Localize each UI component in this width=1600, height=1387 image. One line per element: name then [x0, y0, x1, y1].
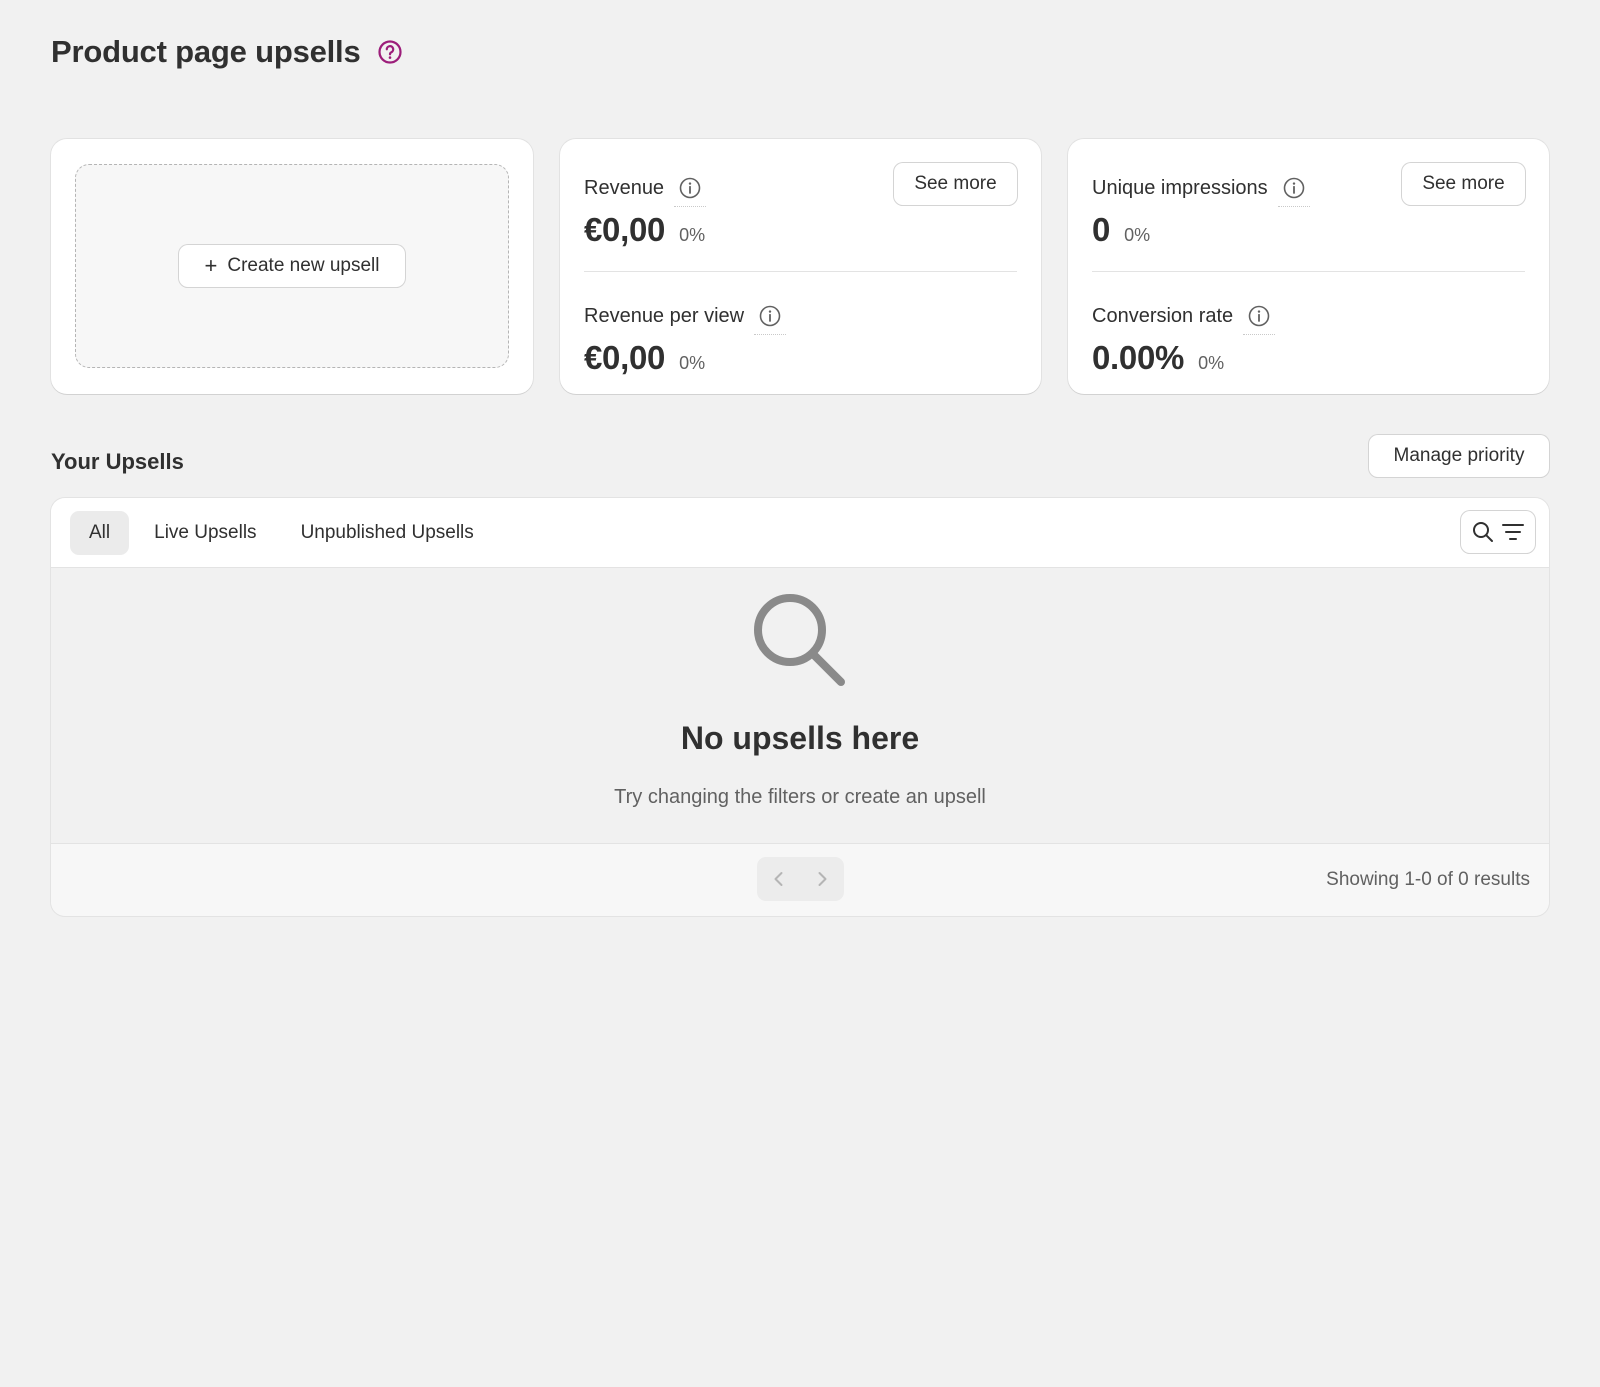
empty-state-title: No upsells here: [680, 720, 920, 756]
table-footer: Showing 1-0 of 0 results: [51, 843, 1549, 916]
create-new-upsell-label: Create new upsell: [227, 255, 380, 276]
info-icon[interactable]: [754, 304, 787, 335]
create-upsell-dropzone: + Create new upsell: [75, 164, 509, 368]
revenue-card: Revenue €0,00 0% See more Revenue per vi…: [560, 139, 1041, 394]
conversion-rate-label: Conversion rate: [1092, 304, 1234, 327]
conversion-rate-metric: Conversion rate 0.00% 0%: [1092, 303, 1276, 377]
info-icon[interactable]: [1243, 304, 1276, 335]
revenue-label: Revenue: [584, 176, 665, 199]
divider: [1092, 271, 1525, 272]
section-title: Your Upsells: [51, 449, 184, 474]
info-icon[interactable]: [674, 176, 707, 207]
revenue-change: 0%: [679, 225, 706, 245]
filter-icon: [1502, 524, 1524, 540]
plus-icon: +: [204, 253, 218, 278]
conversion-rate-change: 0%: [1198, 353, 1225, 373]
page-header: Product page upsells: [51, 34, 403, 70]
impressions-see-more-button[interactable]: See more: [1402, 163, 1525, 205]
empty-state-description: Try changing the filters or create an up…: [614, 786, 986, 808]
divider: [584, 271, 1017, 272]
pagination: [757, 857, 844, 901]
chevron-right-icon: [818, 872, 827, 886]
search-icon: [1473, 522, 1493, 542]
revenue-per-view-change: 0%: [679, 353, 706, 373]
tab-live-upsells[interactable]: Live Upsells: [135, 511, 275, 555]
unique-impressions-metric: Unique impressions 0 0%: [1092, 175, 1310, 249]
page-title: Product page upsells: [51, 34, 361, 69]
next-page-button[interactable]: [810, 867, 834, 891]
search-filter-button[interactable]: [1461, 511, 1535, 553]
revenue-metric: Revenue €0,00 0%: [584, 175, 707, 249]
info-icon[interactable]: [1277, 176, 1310, 207]
create-new-upsell-button[interactable]: + Create new upsell: [179, 245, 405, 287]
chevron-left-icon: [774, 872, 783, 886]
revenue-per-view-value: €0,00: [584, 339, 666, 376]
previous-page-button[interactable]: [767, 867, 791, 891]
unique-impressions-value: 0: [1092, 211, 1111, 248]
conversion-rate-value: 0.00%: [1092, 339, 1185, 376]
revenue-see-more-button[interactable]: See more: [894, 163, 1017, 205]
manage-priority-button[interactable]: Manage priority: [1369, 435, 1549, 477]
tabs-bar: All Live Upsells Unpublished Upsells: [51, 498, 1549, 568]
revenue-per-view-label: Revenue per view: [584, 304, 745, 327]
search-icon: [754, 594, 845, 686]
create-upsell-card: + Create new upsell: [51, 139, 533, 394]
tab-all[interactable]: All: [70, 510, 130, 555]
results-count: Showing 1-0 of 0 results: [1326, 869, 1530, 890]
tab-unpublished-upsells[interactable]: Unpublished Upsells: [282, 511, 493, 555]
upsells-table: All Live Upsells Unpublished Upsells No …: [51, 498, 1549, 916]
help-icon[interactable]: [377, 39, 403, 65]
impressions-card: Unique impressions 0 0% See more Convers…: [1068, 139, 1549, 394]
unique-impressions-change: 0%: [1124, 225, 1151, 245]
revenue-value: €0,00: [584, 211, 666, 248]
empty-state: No upsells here Try changing the filters…: [51, 568, 1549, 843]
unique-impressions-label: Unique impressions: [1092, 176, 1268, 199]
revenue-per-view-metric: Revenue per view €0,00 0%: [584, 303, 787, 377]
